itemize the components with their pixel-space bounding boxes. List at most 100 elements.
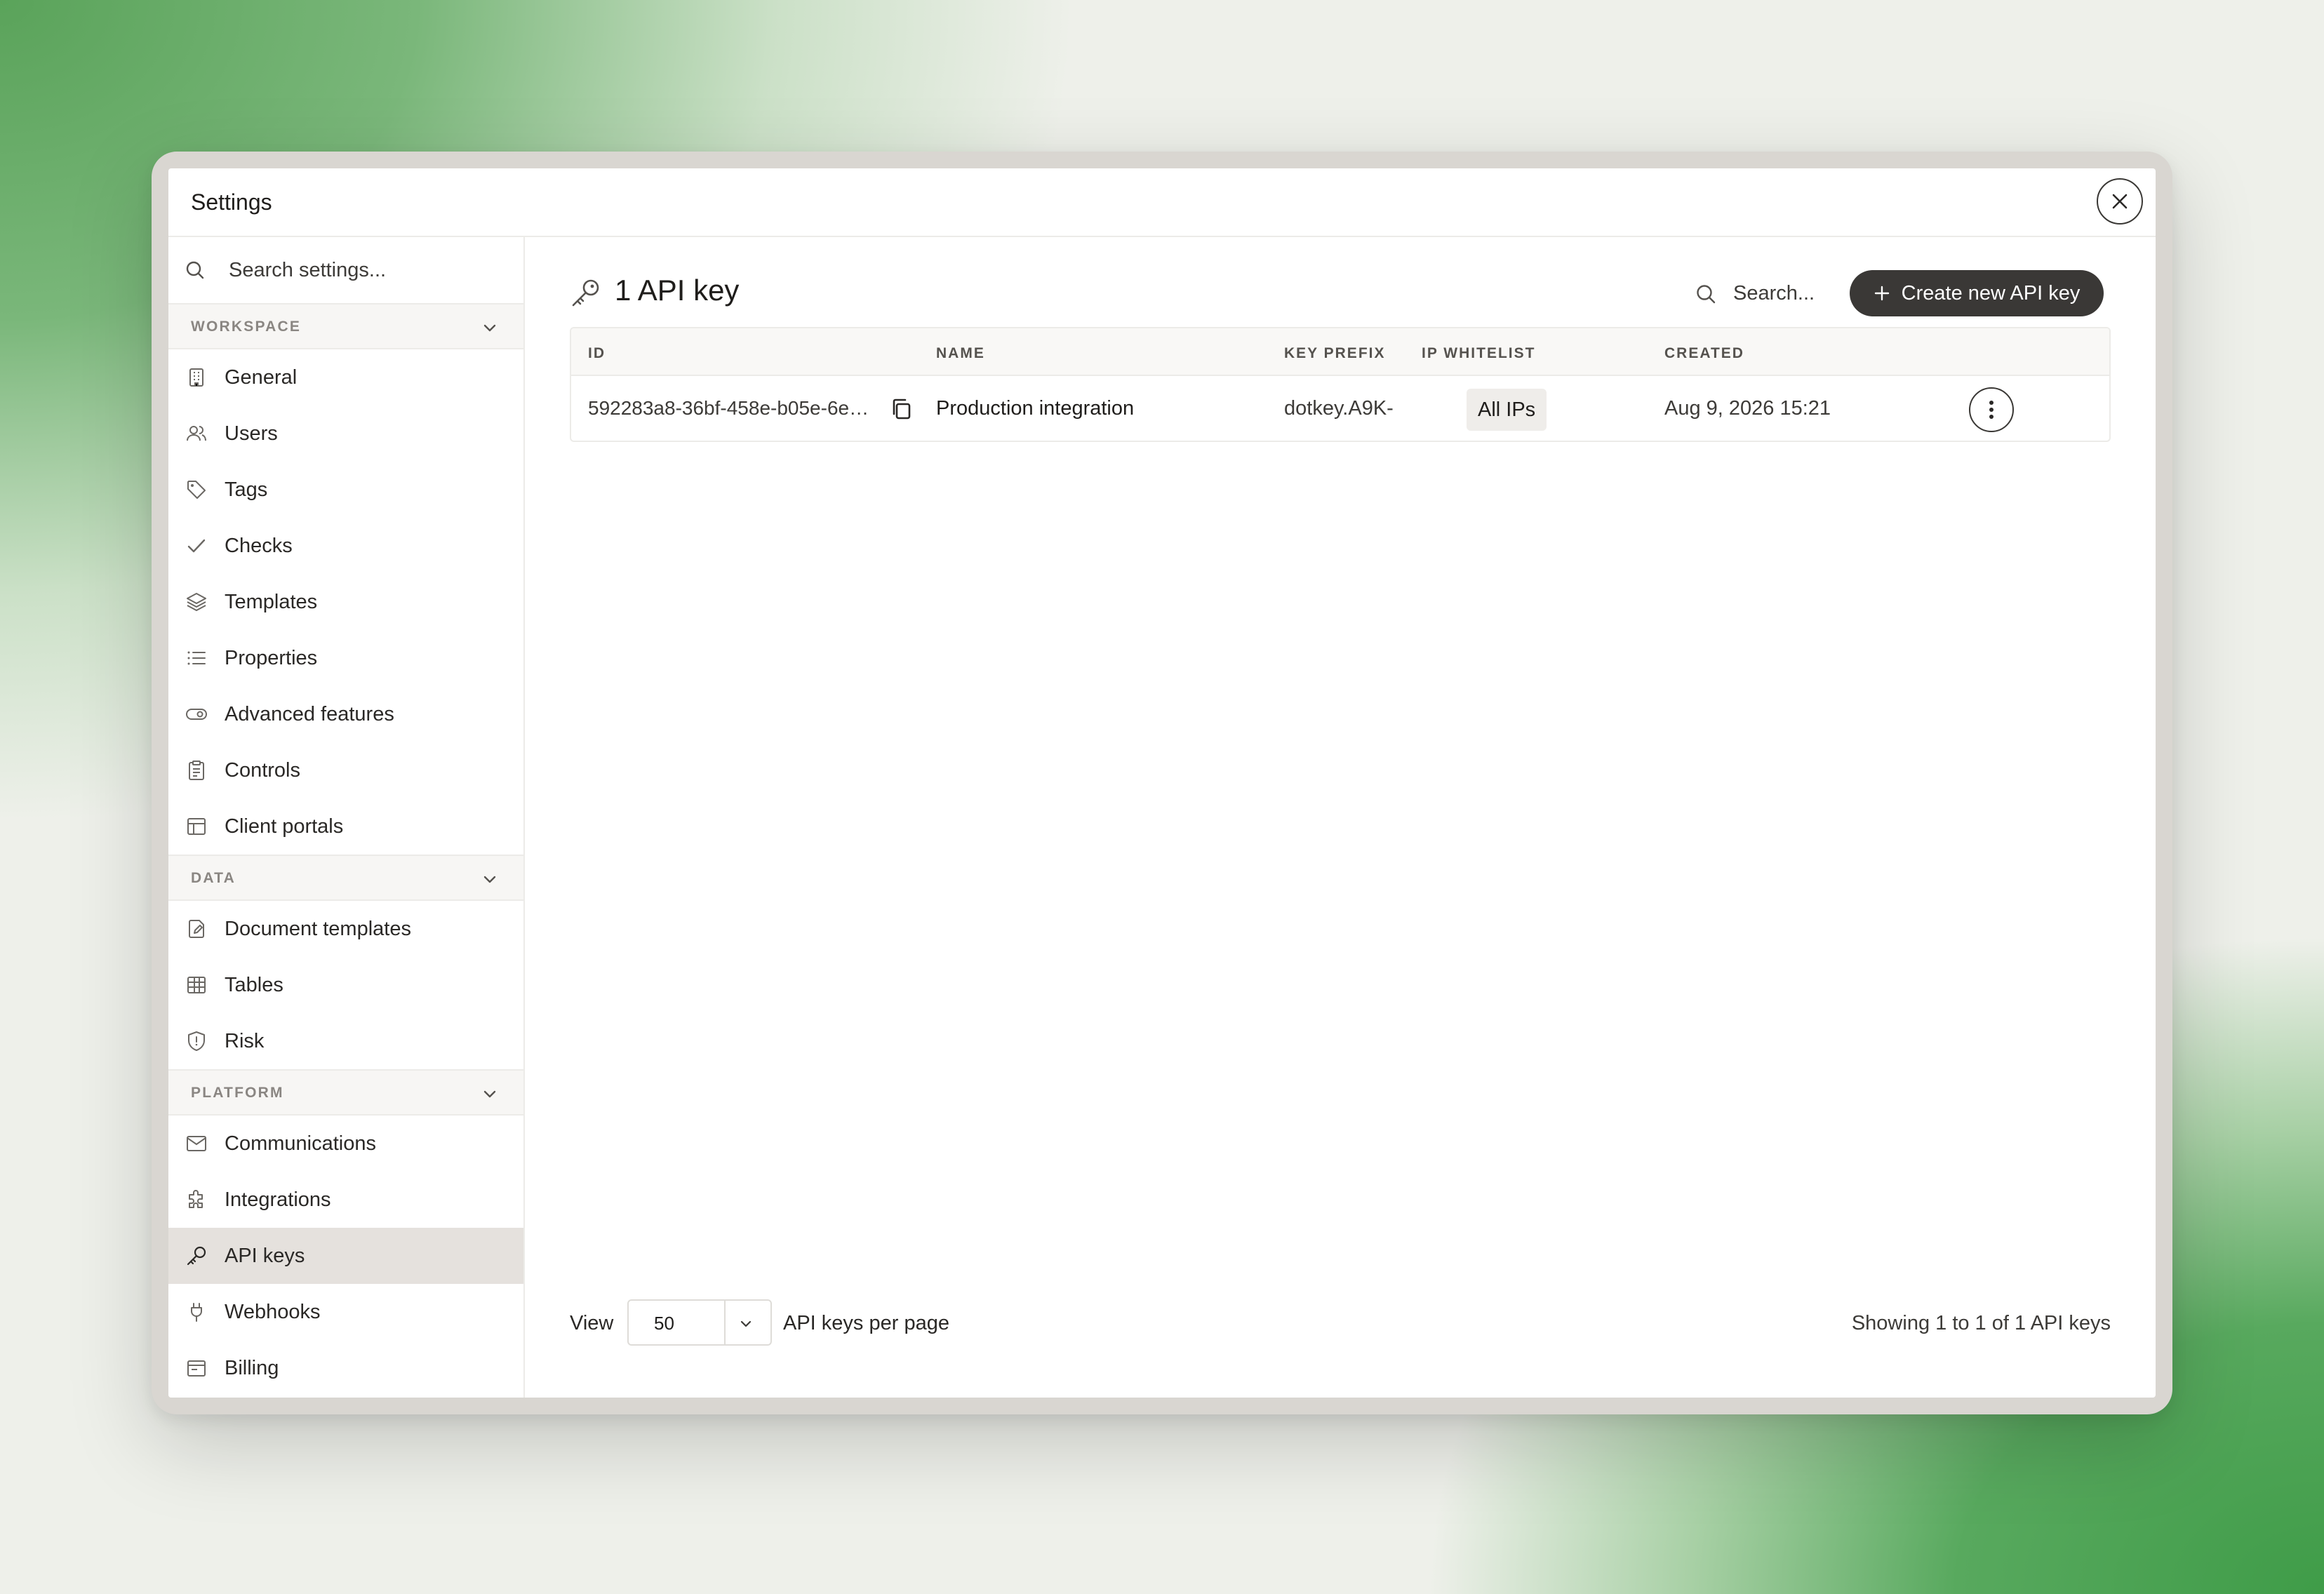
section-header-workspace[interactable]: WORKSPACE: [168, 303, 523, 349]
view-label: View: [570, 1312, 614, 1334]
api-key-id: 592283a8-36bf-458e-b05e-6e…: [588, 397, 869, 419]
sidebar-item-advanced-features[interactable]: Advanced features: [168, 686, 523, 742]
search-icon: [186, 261, 204, 279]
plug-icon: [191, 1303, 202, 1322]
sidebar-item-risk[interactable]: Risk: [168, 1013, 523, 1069]
api-key-prefix: dotkey.A9K-: [1284, 397, 1394, 420]
sidebar-item-label: Users: [225, 422, 278, 445]
section-label: PLATFORM: [191, 1085, 284, 1101]
ip-whitelist-badge: All IPs: [1467, 389, 1547, 431]
sidebar-item-label: Document templates: [225, 918, 411, 940]
building-icon: [189, 368, 203, 387]
sidebar-item-label: Billing: [225, 1357, 279, 1379]
clipboard-icon: [189, 761, 204, 780]
column-header-name: NAME: [936, 345, 985, 361]
sidebar-item-integrations[interactable]: Integrations: [168, 1172, 523, 1228]
layout-icon: [187, 818, 206, 835]
copy-icon[interactable]: [890, 397, 914, 421]
key-icon: [187, 1246, 206, 1266]
table-icon: [187, 977, 206, 993]
section-header-data[interactable]: DATA: [168, 855, 523, 901]
list-icon: [187, 651, 206, 665]
sidebar-item-label: Integrations: [225, 1188, 331, 1211]
sidebar-item-label: API keys: [225, 1245, 305, 1267]
sidebar-item-label: Webhooks: [225, 1301, 321, 1323]
sidebar-item-label: Templates: [225, 591, 318, 613]
key-icon: [572, 279, 599, 307]
file-edit-icon: [189, 920, 204, 938]
users-icon: [187, 426, 206, 441]
sidebar-search: [168, 237, 523, 303]
check-icon: [187, 539, 206, 553]
settings-sidebar: WORKSPACE General Users Tags Checks Temp…: [168, 237, 525, 1398]
pagination-summary: Showing 1 to 1 of 1 API keys: [1851, 1312, 2111, 1334]
window-title: Settings: [191, 189, 272, 215]
sidebar-item-general[interactable]: General: [168, 349, 523, 406]
sidebar-item-client-portals[interactable]: Client portals: [168, 798, 523, 855]
section-header-platform[interactable]: PLATFORM: [168, 1069, 523, 1116]
column-header-key-prefix: KEY PREFIX: [1284, 345, 1386, 361]
receipt-icon: [187, 1360, 206, 1377]
sidebar-item-users[interactable]: Users: [168, 406, 523, 462]
api-keys-panel: 1 API key Create new API key ID NAME KEY…: [525, 237, 2156, 1398]
sidebar-item-label: Checks: [225, 535, 293, 557]
settings-search-input[interactable]: [229, 253, 509, 288]
per-page-label: API keys per page: [783, 1312, 949, 1334]
api-keys-table: ID NAME KEY PREFIX IP WHITELIST CREATED …: [570, 327, 2111, 442]
tag-icon: [187, 481, 206, 499]
sidebar-item-properties[interactable]: Properties: [168, 630, 523, 686]
sidebar-item-label: Advanced features: [225, 703, 394, 725]
sidebar-item-label: Client portals: [225, 815, 344, 838]
column-header-created: CREATED: [1664, 345, 1744, 361]
table-header: ID NAME KEY PREFIX IP WHITELIST CREATED: [571, 328, 2109, 376]
row-actions-button[interactable]: [1969, 387, 2014, 432]
sidebar-item-api-keys[interactable]: API keys: [168, 1228, 523, 1284]
shield-icon: [188, 1031, 205, 1051]
sidebar-item-billing[interactable]: Billing: [168, 1340, 523, 1396]
column-header-ip-whitelist: IP WHITELIST: [1422, 345, 1536, 361]
plus-icon: [1874, 286, 1889, 301]
search-icon: [1697, 285, 1716, 304]
sidebar-item-tags[interactable]: Tags: [168, 462, 523, 518]
sidebar-item-webhooks[interactable]: Webhooks: [168, 1284, 523, 1340]
api-key-search-input[interactable]: [1733, 278, 1838, 309]
column-header-id: ID: [588, 345, 606, 361]
chevron-down-icon: [483, 876, 496, 883]
sidebar-item-controls[interactable]: Controls: [168, 742, 523, 798]
toggle-icon: [186, 709, 207, 720]
close-button[interactable]: [2097, 178, 2143, 225]
table-row[interactable]: 592283a8-36bf-458e-b05e-6e… Production i…: [571, 376, 2109, 441]
api-key-search: [1695, 274, 1838, 313]
chevron-down-icon: [740, 1320, 752, 1327]
sidebar-item-label: Tags: [225, 478, 268, 501]
sidebar-item-label: General: [225, 366, 298, 389]
create-api-key-label: Create new API key: [1901, 281, 2081, 304]
sidebar-item-checks[interactable]: Checks: [168, 518, 523, 574]
more-vertical-icon: [1989, 401, 1994, 419]
sidebar-item-templates[interactable]: Templates: [168, 574, 523, 630]
close-icon: [2112, 194, 2128, 209]
chevron-down-icon: [483, 324, 496, 332]
sidebar-item-communications[interactable]: Communications: [168, 1116, 523, 1172]
layers-icon: [187, 593, 206, 611]
puzzle-icon: [189, 1190, 203, 1208]
sidebar-item-label: Properties: [225, 647, 318, 669]
page-title: 1 API key: [615, 274, 740, 307]
chevron-down-icon: [483, 1090, 496, 1098]
sidebar-item-tables[interactable]: Tables: [168, 957, 523, 1013]
sidebar-item-label: Tables: [225, 974, 283, 996]
per-page-select[interactable]: 50: [627, 1299, 772, 1346]
create-api-key-button[interactable]: Create new API key: [1850, 270, 2104, 316]
section-label: WORKSPACE: [191, 319, 302, 335]
mail-icon: [187, 1136, 206, 1151]
settings-window: Settings WORKSPACE General Users Tags: [168, 168, 2156, 1398]
title-bar: Settings: [168, 168, 2156, 237]
api-key-created: Aug 9, 2026 15:21: [1664, 397, 1831, 420]
api-key-name: Production integration: [936, 397, 1135, 420]
per-page-value: 50: [654, 1313, 674, 1334]
sidebar-item-document-templates[interactable]: Document templates: [168, 901, 523, 957]
select-divider: [724, 1301, 726, 1344]
sidebar-item-label: Communications: [225, 1132, 376, 1155]
pagination-footer: View 50 API keys per page Showing 1 to 1…: [570, 1298, 2111, 1347]
sidebar-item-label: Risk: [225, 1030, 265, 1052]
